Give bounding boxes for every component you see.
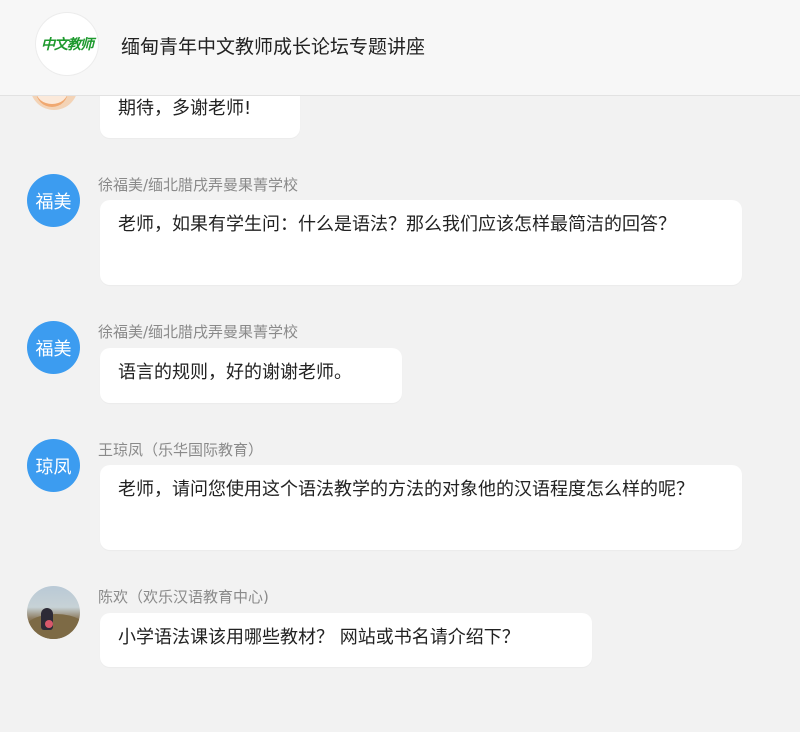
author-name: 徐福美/缅北腊戌弄曼果菁学校 [98, 176, 299, 194]
avatar[interactable]: 福美 [27, 174, 80, 227]
chat-header: 中文教师 缅甸青年中文教师成长论坛专题讲座 [0, 0, 800, 96]
message-text: 老师，请问您使用这个语法教学的方法的对象他的汉语程度怎么样的呢？ [118, 479, 694, 500]
message-bubble: 老师，请问您使用这个语法教学的方法的对象他的汉语程度怎么样的呢？ [100, 465, 742, 550]
message-bubble: 语言的规则，好的谢谢老师。 [100, 348, 402, 403]
avatar-label: 福美 [35, 191, 72, 213]
avatar[interactable]: 琼凤 [27, 439, 80, 492]
author-name: 王琼凤（乐华国际教育） [98, 441, 264, 459]
logo[interactable]: 中文教师 [36, 13, 98, 75]
message-text: 语言的规则，好的谢谢老师。 [118, 362, 352, 383]
message-text: 老师，如果有学生问：什么是语法？那么我们应该怎样最简洁的回答？ [118, 214, 676, 235]
logo-text: 中文教师 [41, 37, 94, 53]
author-name: 徐福美/缅北腊戌弄曼果菁学校 [98, 323, 299, 341]
message-bubble: 老师，如果有学生问：什么是语法？那么我们应该怎样最简洁的回答？ [100, 200, 742, 285]
avatar-label: 琼凤 [35, 456, 72, 478]
author-name: 陈欢（欢乐汉语教育中心) [98, 588, 269, 606]
avatar[interactable]: 福美 [27, 321, 80, 374]
page-title: 缅甸青年中文教师成长论坛专题讲座 [121, 36, 426, 58]
avatar-label: 福美 [35, 338, 72, 360]
avatar[interactable] [27, 586, 80, 639]
message-text: 小学语法课该用哪些教材？ 网站或书名请介绍下？ [118, 627, 520, 648]
message-text: 期待，多谢老师! [118, 98, 252, 119]
message-bubble: 小学语法课该用哪些教材？ 网站或书名请介绍下？ [100, 613, 592, 667]
message-feed[interactable]: 期待，多谢老师! 福美 徐福美/缅北腊戌弄曼果菁学校 老师，如果有学生问：什么是… [0, 0, 800, 732]
